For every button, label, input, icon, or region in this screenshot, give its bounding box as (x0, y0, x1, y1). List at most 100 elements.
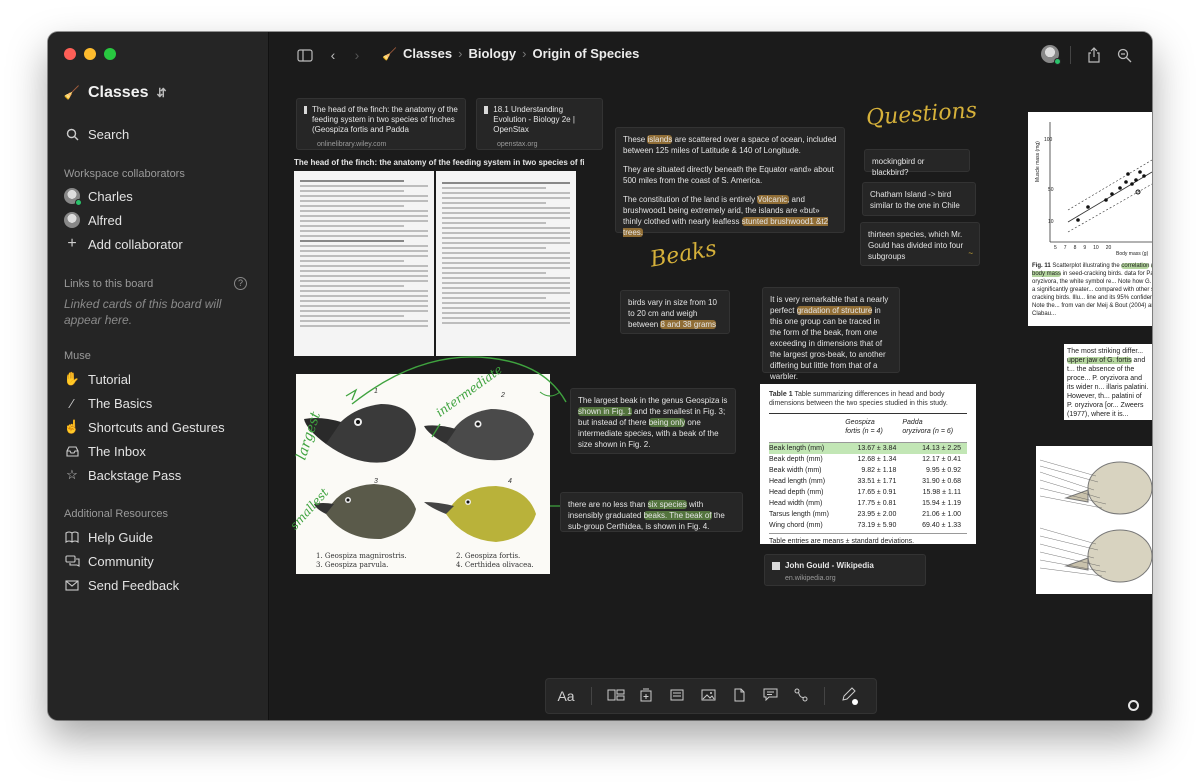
table-cell: Head depth (mm) (769, 488, 824, 496)
table-cell: 14.13 ± 2.25 (922, 444, 961, 452)
note-paragraph: The constitution of the land is entirely… (623, 194, 837, 238)
table-cell: Wing chord (mm) (769, 521, 823, 529)
text-run: and t... the absence of the proce... P. … (1067, 357, 1149, 418)
search-icon (64, 126, 80, 142)
sidebar-item-community[interactable]: Community (64, 551, 154, 571)
figure-scatterplot[interactable]: 100 50 10 Muscle mass (mg) 5 7 8 9 10 20… (1028, 112, 1152, 326)
sidebar-item-shortcuts[interactable]: ☝ Shortcuts and Gestures (64, 417, 225, 437)
table-header-cell (769, 417, 845, 437)
sidebar-item-label: Help Guide (88, 529, 154, 545)
toolbar-divider (591, 687, 592, 705)
envelope-icon (64, 577, 80, 593)
link-card-gould[interactable]: John Gould - Wikipedia en.wikipedia.org (764, 554, 926, 586)
link-url: en.wikipedia.org (785, 575, 836, 582)
note-card-q1[interactable]: mockingbird or blackbird? (864, 149, 970, 177)
note-card-gradation[interactable]: It is very remarkable that a nearly perf… (762, 287, 900, 381)
sidebar-item-tutorial[interactable]: ✋ Tutorial (64, 369, 131, 389)
image-icon[interactable] (700, 689, 716, 704)
add-collaborator-label: Add collaborator (88, 236, 183, 252)
table-cell: 73.19 ± 5.90 (857, 521, 897, 529)
table-cell: Beak length (mm) (769, 444, 825, 452)
comment-icon[interactable] (762, 688, 778, 704)
table-rule (769, 413, 967, 414)
sidebar-item-label: The Inbox (88, 443, 146, 459)
excerpt-card[interactable]: The most striking differ... upper jaw of… (1064, 344, 1152, 420)
y-axis-label: Muscle mass (mg) (1035, 141, 1041, 182)
table-cell: Tarsus length (mm) (769, 510, 829, 518)
document-icon[interactable] (731, 688, 747, 705)
highlight: shown in Fig. 1 (578, 407, 632, 416)
table-row: Head depth (mm) 17.65 ± 0.91 15.98 ± 1.11 (769, 487, 967, 498)
board-canvas[interactable]: ‹ › 🧹 Classes › Biology › Origin of Spec… (270, 32, 1152, 720)
note-card-islands[interactable]: These islands are scattered over a space… (615, 127, 845, 237)
text-run: The most striking differ... (1067, 348, 1144, 355)
skull-figure[interactable] (1036, 446, 1152, 594)
favicon-icon (772, 562, 780, 570)
table-cell: Beak width (mm) (769, 466, 822, 474)
link-title: John Gould - Wikipedia (785, 561, 874, 570)
sidebar-item-send-feedback[interactable]: Send Feedback (64, 575, 179, 595)
online-status-dot (75, 199, 82, 206)
table-cell: Head width (mm) (769, 499, 823, 507)
minimize-window-button[interactable] (84, 48, 96, 60)
note-card-largest-beak[interactable]: The largest beak in the genus Geospiza i… (570, 388, 736, 454)
note-card-six-species[interactable]: there are no less than six species with … (560, 492, 743, 532)
collaborators-header: Workspace collaborators (64, 168, 185, 180)
toolbar-divider (824, 687, 825, 705)
note-icon[interactable] (669, 689, 685, 704)
x-tick-label: 9 (1083, 245, 1087, 251)
add-collaborator-button[interactable]: + Add collaborator (64, 234, 183, 254)
muse-header: Muse (64, 350, 91, 362)
y-tick-label: 50 (1048, 187, 1054, 193)
scatterplot-chart (1049, 122, 1152, 243)
collaborator-alfred[interactable]: Alfred (64, 210, 122, 230)
text-run: there are no less than (568, 500, 648, 509)
note-card-q2[interactable]: Chatham Island -> bird similar to the on… (862, 182, 976, 216)
plus-icon: + (67, 235, 77, 252)
table-footnote: Table entries are means ± standard devia… (769, 538, 915, 545)
header-text: fortis (n = 4) (845, 428, 883, 435)
header-text: Geospiza (845, 419, 875, 426)
avatar (64, 212, 80, 228)
sidebar: 🧹 Classes ⇵ Search Workspace collaborato… (48, 32, 269, 720)
app-window: 🧹 Classes ⇵ Search Workspace collaborato… (48, 32, 1152, 720)
x-tick-label: 5 (1054, 245, 1057, 251)
text-style-button[interactable]: Aa (556, 688, 576, 704)
links-header: Links to this board (64, 278, 154, 290)
highlight: correlation (1121, 263, 1150, 269)
table-cell: Beak depth (mm) (769, 455, 823, 463)
resources-header: Additional Resources (64, 508, 168, 520)
table-cell: 15.98 ± 1.11 (922, 488, 961, 496)
header-text: oryzivora (n = 6) (902, 428, 954, 435)
table-card[interactable]: Table 1 Table summarizing differences in… (760, 384, 976, 545)
table-cell: 33.51 ± 1.71 (857, 477, 897, 485)
sidebar-item-the-basics[interactable]: ∕ The Basics (64, 393, 152, 413)
sidebar-item-inbox[interactable]: The Inbox (64, 441, 146, 461)
help-icon[interactable]: ? (234, 277, 247, 290)
search-button[interactable]: Search (64, 124, 129, 144)
x-tick-label: 20 (1105, 245, 1112, 251)
table-header-cell: Padda oryzivora (n = 6) (902, 417, 967, 437)
note-text: thirteen species, which Mr. Gould has di… (868, 230, 964, 261)
add-card-icon[interactable] (638, 688, 654, 705)
table-caption: Table 1 Table summarizing differences in… (769, 390, 967, 408)
x-tick-label: 7 (1063, 245, 1067, 251)
connector-icon[interactable] (793, 688, 809, 705)
new-board-icon[interactable] (607, 689, 625, 704)
collaborator-charles[interactable]: Charles (64, 186, 133, 206)
zoom-window-button[interactable] (104, 48, 116, 60)
close-window-button[interactable] (64, 48, 76, 60)
chat-bubbles-icon (64, 553, 80, 569)
board-switcher[interactable]: 🧹 Classes ⇵ (64, 84, 167, 102)
table-cell: Head length (mm) (769, 477, 826, 485)
status-indicator[interactable] (1128, 700, 1139, 711)
sidebar-item-backstage-pass[interactable]: ☆ Backstage Pass (64, 465, 181, 485)
sidebar-item-help-guide[interactable]: Help Guide (64, 527, 153, 547)
note-card-q3[interactable]: thirteen species, which Mr. Gould has di… (860, 222, 980, 266)
pen-icon[interactable] (840, 687, 858, 705)
table-cell: 9.95 ± 0.92 (926, 466, 961, 474)
avatar (64, 188, 82, 206)
table-cell: 15.94 ± 1.19 (922, 499, 961, 507)
highlight: six species (647, 500, 687, 509)
note-card-beak-size[interactable]: birds vary in size from 10 to 20 cm and … (620, 290, 730, 334)
